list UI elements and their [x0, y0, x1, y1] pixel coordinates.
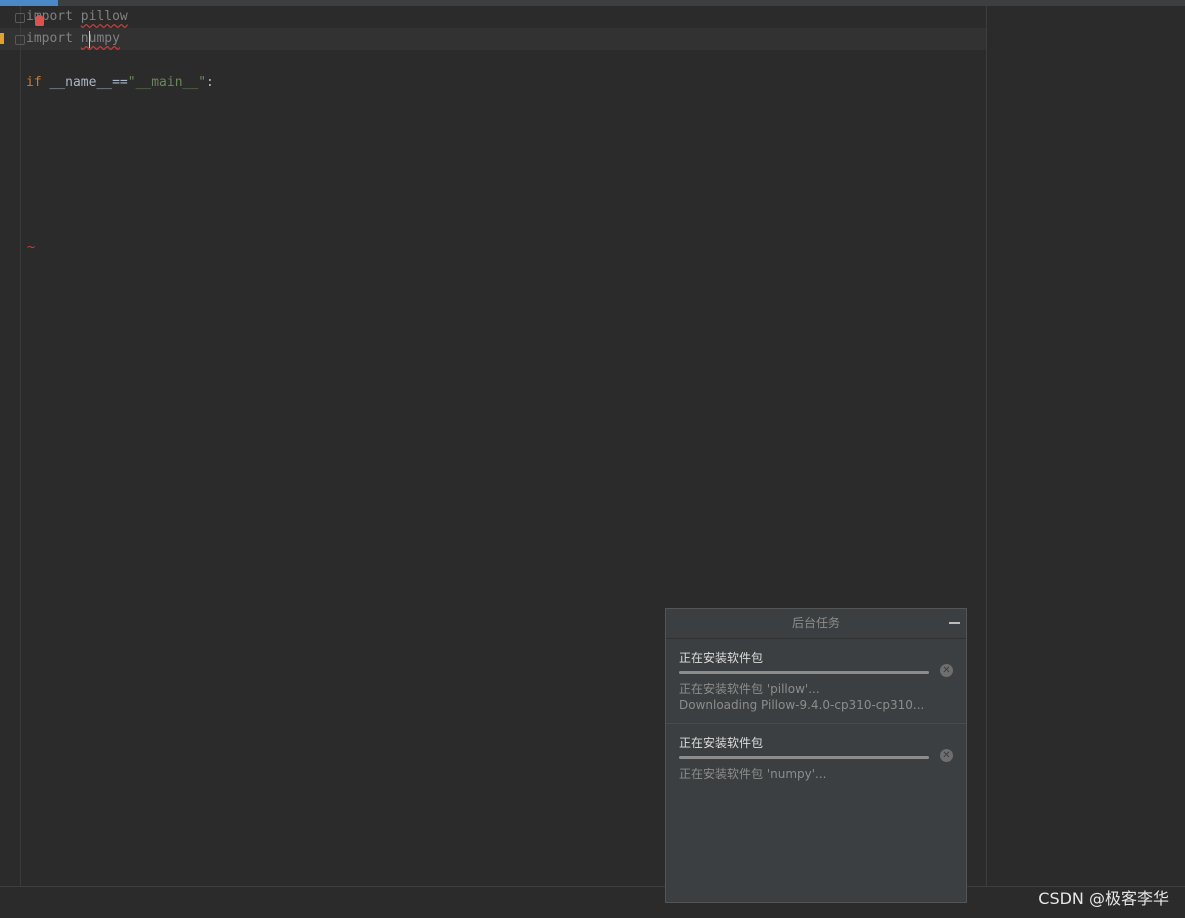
colon: :: [206, 75, 214, 90]
minimize-icon[interactable]: [949, 622, 960, 624]
cancel-icon[interactable]: ✕: [940, 749, 953, 762]
background-tasks-panel: 后台任务 正在安装软件包 ✕ 正在安装软件包 'pillow'... Downl…: [665, 608, 967, 903]
current-line-highlight: [0, 28, 986, 50]
progress-row: ✕: [679, 749, 953, 766]
code-editor[interactable]: import pillow import numpy if __name__==…: [0, 6, 1185, 886]
task-detail: 正在安装软件包 'pillow'...: [679, 682, 820, 696]
cancel-icon[interactable]: ✕: [940, 664, 953, 677]
status-bar: [0, 886, 1185, 918]
module-name: numpy: [80, 31, 120, 46]
tasks-title: 后台任务: [791, 616, 840, 630]
progress-row: ✕: [679, 664, 953, 681]
watermark-text: CSDN @极客李华: [1038, 889, 1169, 908]
fold-icon[interactable]: [15, 35, 25, 45]
code-line-4[interactable]: if __name__=="__main__":: [26, 72, 214, 94]
fold-icon[interactable]: [15, 13, 25, 23]
progress-bar: [679, 671, 929, 674]
gutter-separator: [20, 6, 21, 886]
name-expression: __name__==: [41, 75, 128, 90]
task-title: 正在安装软件包: [679, 736, 764, 750]
task-detail: Downloading Pillow-9.4.0-cp310-cp310...: [679, 698, 925, 712]
import-keyword: import: [26, 9, 73, 24]
progress-fill: [679, 671, 929, 674]
warning-marker-icon[interactable]: [0, 33, 4, 44]
task-item: 正在安装软件包 ✕ 正在安装软件包 'numpy'...: [666, 724, 966, 792]
task-item: 正在安装软件包 ✕ 正在安装软件包 'pillow'... Downloadin…: [666, 639, 966, 724]
module-name: pillow: [80, 9, 128, 24]
text-caret: [89, 31, 90, 48]
import-keyword: import: [26, 31, 73, 46]
right-margin-guide: [986, 6, 987, 886]
task-title: 正在安装软件包: [679, 651, 764, 665]
error-squiggle[interactable]: ~: [26, 240, 36, 254]
task-detail: 正在安装软件包 'numpy'...: [679, 767, 827, 781]
progress-bar: [679, 756, 929, 759]
bulb-icon[interactable]: [35, 15, 44, 26]
if-keyword: if: [26, 75, 42, 90]
main-string: "__main__": [127, 75, 207, 90]
tasks-header: 后台任务: [666, 609, 966, 639]
code-line-2[interactable]: import numpy: [26, 28, 120, 50]
progress-fill: [679, 756, 929, 759]
